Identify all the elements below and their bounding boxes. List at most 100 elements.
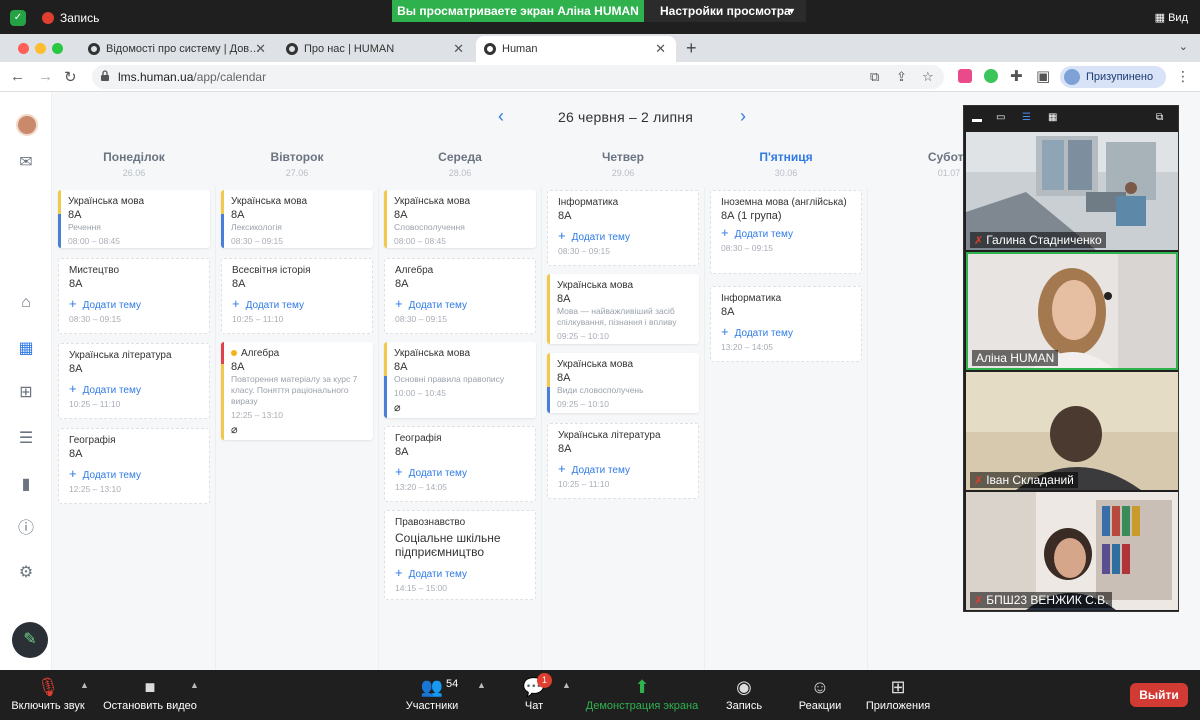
participant-name: Аліна HUMAN <box>976 351 1055 365</box>
add-topic-button[interactable]: + Додати тему <box>69 296 201 311</box>
participant-video-tile[interactable]: ✗ БПШ23 ВЕНЖИК С.В. <box>966 492 1178 610</box>
address-bar[interactable]: lms.human.ua/app/calendar ⧉ ⇪ ☆ <box>92 65 944 89</box>
extensions-puzzle-icon[interactable]: ✚ <box>1010 67 1023 85</box>
strip-view-icon[interactable]: ☰ <box>1022 112 1036 123</box>
view-button[interactable]: ▦ Вид <box>1155 11 1188 24</box>
calendar-icon[interactable]: ▦ <box>17 340 35 358</box>
chevron-left-icon[interactable]: ‹ <box>498 106 504 127</box>
add-topic-button[interactable]: + Додати тему <box>721 225 853 240</box>
close-tab-icon[interactable]: ✕ <box>255 36 266 62</box>
add-topic-button[interactable]: + Додати тему <box>69 466 201 481</box>
lesson-card[interactable]: Географія 8А + Додати тему 13:20 – 14:05 <box>384 426 536 502</box>
lesson-card[interactable]: Українська література 8А + Додати тему 10… <box>547 423 699 499</box>
stats-chart-icon[interactable]: ▮ <box>17 476 35 494</box>
back-arrow-icon[interactable]: ← <box>10 68 25 85</box>
lesson-card[interactable]: Географія 8А + Додати тему 12:25 – 13:10 <box>58 428 210 504</box>
add-topic-button[interactable]: + Додати тему <box>395 565 527 580</box>
share-screen-button[interactable]: ⬆ Демонстрация экрана <box>582 676 702 712</box>
forward-arrow-icon[interactable]: → <box>38 68 53 85</box>
home-icon[interactable]: ⌂ <box>17 294 35 312</box>
add-topic-button[interactable]: + Додати тему <box>395 296 527 311</box>
close-tab-icon[interactable]: ✕ <box>453 36 464 62</box>
apps-button[interactable]: ⊞ Приложения <box>862 676 934 712</box>
lesson-card[interactable]: Іноземна мова (англійська) 8А (1 група) … <box>710 190 862 274</box>
open-in-app-icon[interactable]: ⧉ <box>870 69 879 85</box>
minimize-icon[interactable]: ▬ <box>972 114 986 125</box>
pop-out-icon[interactable]: ⧉ <box>1156 112 1170 123</box>
card-color-bar <box>384 342 387 376</box>
lesson-card[interactable]: Українська мова 8А Лексикологія 08:30 – … <box>221 190 373 248</box>
attachment-paperclip-icon[interactable]: ⌀ <box>231 423 365 436</box>
minimize-window-button[interactable] <box>35 43 46 54</box>
record-button[interactable]: ◉ Запись <box>720 676 768 712</box>
reload-icon[interactable]: ↻ <box>64 68 77 86</box>
participant-video-tile[interactable]: ✗ Іван Складаний <box>966 372 1178 490</box>
lesson-card[interactable]: Інформатика 8А + Додати тему 13:20 – 14:0… <box>710 286 862 362</box>
lesson-card[interactable]: Українська мова 8А Основні правила право… <box>384 342 536 418</box>
unmute-button[interactable]: 🎙 Включить звук <box>8 676 88 712</box>
leave-meeting-button[interactable]: Выйти <box>1130 683 1188 707</box>
lesson-card[interactable]: Українська мова 8А Види словосполучень 0… <box>547 353 699 413</box>
tab-about-us[interactable]: Про нас | HUMAN ✕ <box>278 36 474 62</box>
lesson-card[interactable]: Мистецтво 8А + Додати тему 08:30 – 09:15 <box>58 258 210 334</box>
participant-video-tile-active[interactable]: Аліна HUMAN <box>966 252 1178 370</box>
extension-green-icon[interactable] <box>984 69 998 83</box>
lesson-card[interactable]: Українська мова 8А Мова — найважливіший … <box>547 274 699 344</box>
lesson-card[interactable]: Інформатика 8А + Додати тему 08:30 – 09:1… <box>547 190 699 266</box>
messages-icon[interactable]: ✉ <box>17 154 35 172</box>
lesson-card[interactable]: Українська мова 8А Словосполучення 08:00… <box>384 190 536 248</box>
info-icon[interactable]: ⓘ <box>17 520 35 538</box>
add-topic-button[interactable]: + Додати тему <box>721 324 853 339</box>
lesson-class: 8А <box>557 293 571 305</box>
lesson-card[interactable]: Всесвітня історія 8А + Додати тему 10:25 … <box>221 258 373 334</box>
add-topic-button[interactable]: + Додати тему <box>395 464 527 479</box>
apps-grid-icon[interactable]: ⊞ <box>17 384 35 402</box>
tab-label: Відомості про систему | Дов… <box>106 43 261 55</box>
plus-icon: + <box>558 228 566 243</box>
view-settings-button[interactable]: Настройки просмотра ▼ <box>644 0 806 22</box>
security-shield-icon[interactable]: ✓ <box>10 10 26 26</box>
add-topic-button[interactable]: + Додати тему <box>232 296 364 311</box>
new-tab-icon[interactable]: + <box>686 38 697 59</box>
reactions-button[interactable]: ☺ Реакции <box>794 676 846 712</box>
add-topic-button[interactable]: + Додати тему <box>558 461 690 476</box>
lesson-card[interactable]: Українська мова 8А Речення 08:00 – 08:45 <box>58 190 210 248</box>
lesson-card[interactable]: Правознавство Соціальне шкільне підприєм… <box>384 510 536 600</box>
share-icon[interactable]: ⇪ <box>896 69 907 85</box>
view-settings-label: Настройки просмотра <box>660 4 791 18</box>
tab-search-chevron-icon[interactable]: ⌄ <box>1179 40 1188 53</box>
participant-video-tile[interactable]: ✗ Галина Стадниченко <box>966 132 1178 250</box>
attachment-paperclip-icon[interactable]: ⌀ <box>394 401 528 414</box>
lesson-subject: Алгебра <box>395 265 434 276</box>
close-tab-icon[interactable]: ✕ <box>655 36 666 62</box>
bookmark-star-icon[interactable]: ☆ <box>922 69 934 85</box>
close-window-button[interactable] <box>18 43 29 54</box>
lesson-card[interactable]: Алгебра 8А Повторення матеріалу за курс … <box>221 342 373 440</box>
gallery-view-icon[interactable]: ▦ <box>1048 112 1062 123</box>
speaker-view-icon[interactable]: ▭ <box>996 112 1010 123</box>
maximize-window-button[interactable] <box>52 43 63 54</box>
participants-options-chevron-icon[interactable]: ▲ <box>477 680 486 690</box>
journal-icon[interactable]: ☰ <box>17 430 35 448</box>
tab-system-info[interactable]: Відомості про систему | Дов… ✕ <box>80 36 276 62</box>
avatar[interactable] <box>16 114 38 136</box>
add-topic-button[interactable]: + Додати тему <box>558 228 690 243</box>
lesson-card[interactable]: Алгебра 8А + Додати тему 08:30 – 09:15 <box>384 258 536 334</box>
lesson-subject: Алгебра <box>241 348 280 359</box>
video-participants-panel[interactable]: ▬ ▭ ☰ ▦ ⧉ ✗ Галина Стадниченко Аліна HUM… <box>963 105 1179 612</box>
structure-icon[interactable]: ⚙ <box>17 564 35 582</box>
extension-pen-icon[interactable] <box>958 69 972 83</box>
profile-paused-button[interactable]: Призупинено <box>1060 66 1166 88</box>
video-options-chevron-icon[interactable]: ▲ <box>190 680 199 690</box>
chat-options-chevron-icon[interactable]: ▲ <box>562 680 571 690</box>
stop-video-button[interactable]: ■ Остановить видео <box>100 676 200 712</box>
side-panel-icon[interactable]: ▣ <box>1036 67 1050 85</box>
tab-human-active[interactable]: Human ✕ <box>476 36 676 62</box>
lesson-card[interactable]: Українська література 8А + Додати тему 10… <box>58 343 210 419</box>
day-header-friday: П'ятниця 30.06 <box>706 150 866 178</box>
edit-pen-button[interactable]: ✎ <box>12 622 48 658</box>
mic-options-chevron-icon[interactable]: ▲ <box>80 680 89 690</box>
chevron-right-icon[interactable]: › <box>740 106 746 127</box>
browser-menu-icon[interactable]: ⋮ <box>1176 68 1190 85</box>
add-topic-button[interactable]: + Додати тему <box>69 381 201 396</box>
